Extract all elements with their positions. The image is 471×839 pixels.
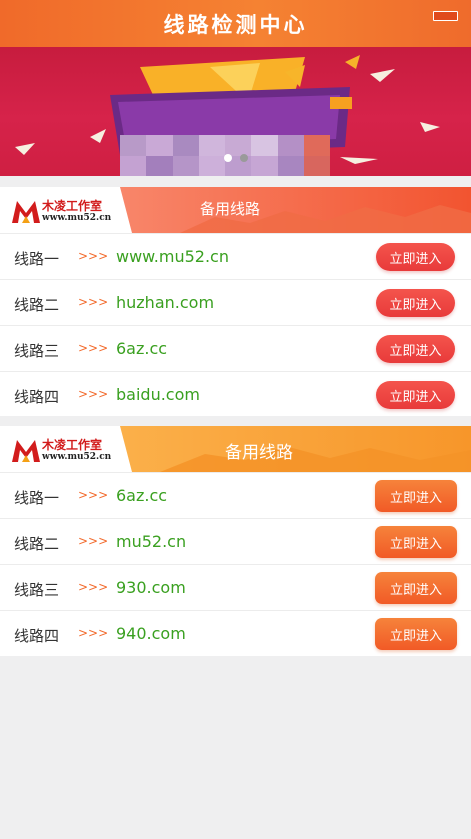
route-label: 线路一 xyxy=(14,250,60,268)
enter-button[interactable]: 立即进入 xyxy=(376,289,455,317)
section-header-bg xyxy=(120,426,471,472)
route-url[interactable]: 6az.cc xyxy=(116,339,167,358)
brand-logo: 木凌工作室 www.mu52.cn xyxy=(12,434,112,466)
route-url[interactable]: baidu.com xyxy=(116,385,200,404)
route-row: 线路四 >>> baidu.com 立即进入 xyxy=(0,371,471,417)
enter-button[interactable]: 立即进入 xyxy=(376,381,455,409)
section-header: 木凌工作室 www.mu52.cn 备用线路 xyxy=(0,426,471,472)
arrow-indicator: >>> xyxy=(78,387,109,401)
route-label: 线路三 xyxy=(14,581,60,599)
route-label: 线路二 xyxy=(14,535,60,553)
arrow-indicator: >>> xyxy=(78,534,109,548)
route-row: 线路三 >>> 930.com 立即进入 xyxy=(0,564,471,610)
section-title: 备用线路 xyxy=(225,443,293,463)
section-title: 备用线路 xyxy=(200,200,261,218)
arrow-indicator: >>> xyxy=(78,341,109,355)
route-row: 线路三 >>> 6az.cc 立即进入 xyxy=(0,325,471,371)
section-header: 木凌工作室 www.mu52.cn 备用线路 xyxy=(0,187,471,233)
brand-name: 木凌工作室 xyxy=(42,199,103,213)
brand-logo: 木凌工作室 www.mu52.cn xyxy=(12,195,112,227)
route-url[interactable]: 930.com xyxy=(116,578,186,597)
route-url[interactable]: 940.com xyxy=(116,624,186,643)
m-logo-icon xyxy=(12,201,40,223)
route-label: 线路二 xyxy=(14,296,60,314)
page-title: 线路检测中心 xyxy=(163,12,308,37)
route-section-1: 木凌工作室 www.mu52.cn 备用线路 线路一 >>> www.mu52.… xyxy=(0,187,471,416)
route-row: 线路二 >>> mu52.cn 立即进入 xyxy=(0,518,471,564)
route-url[interactable]: mu52.cn xyxy=(116,532,186,551)
enter-button[interactable]: 立即进入 xyxy=(376,243,455,271)
banner-pagination xyxy=(0,154,471,162)
route-url[interactable]: www.mu52.cn xyxy=(116,247,229,266)
pagination-dot[interactable] xyxy=(239,154,248,162)
route-label: 线路三 xyxy=(14,342,60,360)
route-section-2: 木凌工作室 www.mu52.cn 备用线路 线路一 >>> 6az.cc 立即… xyxy=(0,426,471,656)
header-badge-icon[interactable] xyxy=(433,11,458,21)
app-header: 线路检测中心 xyxy=(0,0,471,47)
arrow-indicator: >>> xyxy=(78,249,109,263)
route-row: 线路二 >>> huzhan.com 立即进入 xyxy=(0,279,471,325)
enter-button[interactable]: 立即进入 xyxy=(375,572,457,604)
arrow-indicator: >>> xyxy=(78,580,109,594)
section-header-bg xyxy=(120,187,471,233)
enter-button[interactable]: 立即进入 xyxy=(375,480,457,512)
enter-button[interactable]: 立即进入 xyxy=(376,335,455,363)
route-label: 线路一 xyxy=(14,489,60,507)
brand-name: 木凌工作室 xyxy=(42,438,103,452)
promo-banner[interactable] xyxy=(0,47,471,176)
brand-url: www.mu52.cn xyxy=(42,452,112,462)
enter-button[interactable]: 立即进入 xyxy=(375,526,457,558)
route-url[interactable]: 6az.cc xyxy=(116,486,167,505)
arrow-indicator: >>> xyxy=(78,295,109,309)
route-url[interactable]: huzhan.com xyxy=(116,293,214,312)
m-logo-icon xyxy=(12,440,40,462)
arrow-indicator: >>> xyxy=(78,626,109,640)
route-row: 线路四 >>> 940.com 立即进入 xyxy=(0,610,471,656)
route-label: 线路四 xyxy=(14,627,60,645)
arrow-indicator: >>> xyxy=(78,488,109,502)
route-row: 线路一 >>> 6az.cc 立即进入 xyxy=(0,472,471,518)
route-row: 线路一 >>> www.mu52.cn 立即进入 xyxy=(0,233,471,279)
pagination-dot-active[interactable] xyxy=(223,154,232,162)
enter-button[interactable]: 立即进入 xyxy=(375,618,457,650)
brand-url: www.mu52.cn xyxy=(42,213,112,223)
route-label: 线路四 xyxy=(14,388,60,406)
